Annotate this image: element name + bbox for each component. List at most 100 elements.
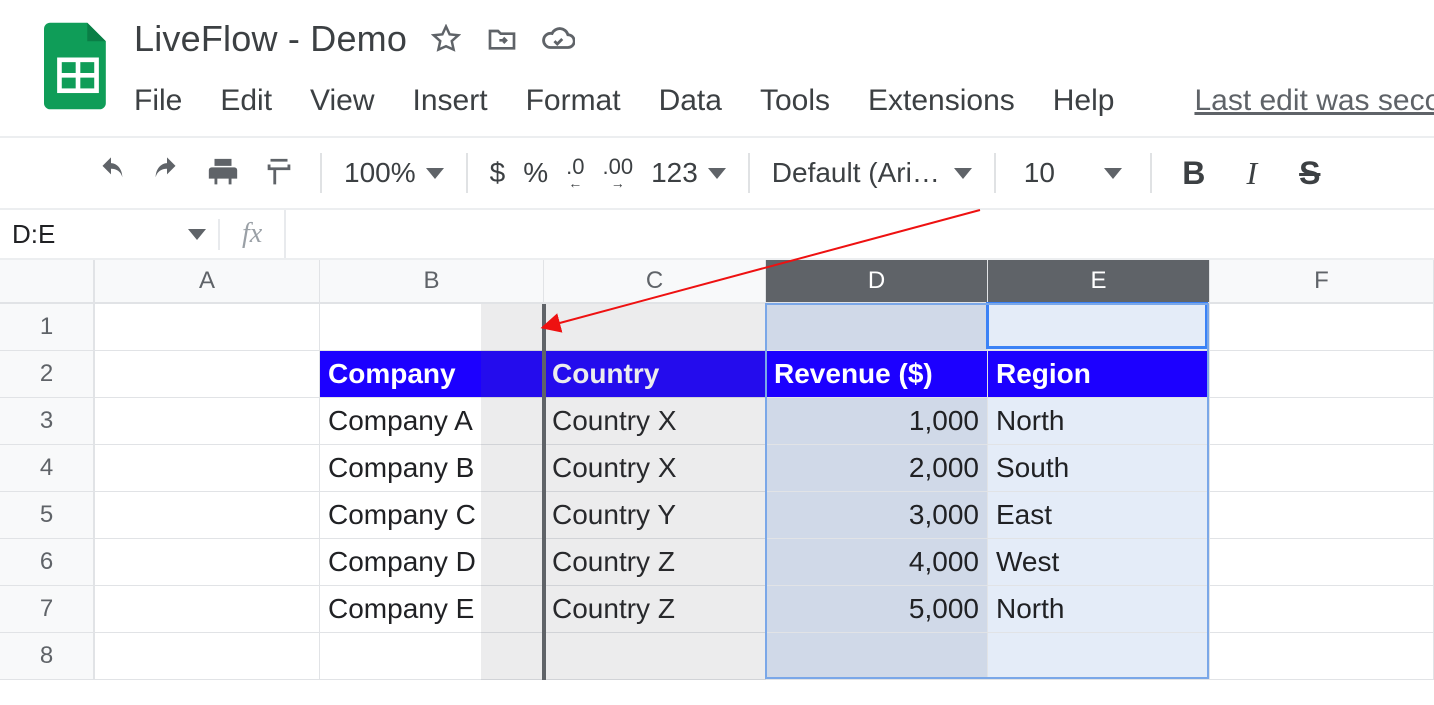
last-edit-link[interactable]: Last edit was secon — [1194, 84, 1434, 118]
font-family-select[interactable]: Default (Ari… — [772, 157, 972, 189]
cell-C5[interactable]: Country Y — [544, 492, 766, 539]
increase-decimal[interactable]: .00→ — [602, 156, 633, 190]
cell-A4[interactable] — [95, 445, 320, 492]
column-header-A[interactable]: A — [95, 260, 320, 304]
row-header-7[interactable]: 7 — [0, 586, 95, 633]
cell-B2[interactable]: Company — [320, 351, 544, 398]
column-header-E[interactable]: E — [988, 260, 1210, 304]
name-box-value: D:E — [12, 219, 55, 250]
cell-C8[interactable] — [544, 633, 766, 680]
chevron-down-icon — [954, 168, 972, 179]
cell-E7[interactable]: North — [988, 586, 1210, 633]
cell-D6[interactable]: 4,000 — [766, 539, 988, 586]
italic-button[interactable]: I — [1232, 155, 1272, 192]
decrease-decimal[interactable]: .0← — [566, 156, 584, 190]
cell-C6[interactable]: Country Z — [544, 539, 766, 586]
redo-icon[interactable] — [148, 154, 186, 192]
column-header-D[interactable]: D — [766, 260, 988, 304]
cell-F3[interactable] — [1210, 398, 1434, 445]
menu-tools[interactable]: Tools — [760, 84, 830, 118]
cell-F5[interactable] — [1210, 492, 1434, 539]
cell-F1[interactable] — [1210, 304, 1434, 351]
column-header-F[interactable]: F — [1210, 260, 1434, 304]
cell-B6[interactable]: Company D — [320, 539, 544, 586]
cell-A7[interactable] — [95, 586, 320, 633]
menu-help[interactable]: Help — [1053, 84, 1115, 118]
menu-format[interactable]: Format — [526, 84, 621, 118]
cell-C4[interactable]: Country X — [544, 445, 766, 492]
cell-B8[interactable] — [320, 633, 544, 680]
cell-E3[interactable]: North — [988, 398, 1210, 445]
cell-E8[interactable] — [988, 633, 1210, 680]
row-header-4[interactable]: 4 — [0, 445, 95, 492]
cell-A3[interactable] — [95, 398, 320, 445]
cell-B5[interactable]: Company C — [320, 492, 544, 539]
cell-A2[interactable] — [95, 351, 320, 398]
cell-F8[interactable] — [1210, 633, 1434, 680]
cell-A8[interactable] — [95, 633, 320, 680]
row-header-2[interactable]: 2 — [0, 351, 95, 398]
cell-D5[interactable]: 3,000 — [766, 492, 988, 539]
font-size: 10 — [1024, 157, 1055, 189]
formula-input[interactable] — [286, 210, 1434, 258]
cell-C2[interactable]: Country — [544, 351, 766, 398]
cell-E5[interactable]: East — [988, 492, 1210, 539]
cell-D2[interactable]: Revenue ($) — [766, 351, 988, 398]
strike-button[interactable]: S — [1290, 155, 1330, 192]
cell-B1[interactable] — [320, 304, 544, 351]
star-icon[interactable] — [429, 22, 463, 56]
column-header-B[interactable]: B — [320, 260, 544, 304]
document-title[interactable]: LiveFlow - Demo — [134, 18, 407, 60]
cell-E2[interactable]: Region — [988, 351, 1210, 398]
zoom-select[interactable]: 100% — [344, 157, 444, 189]
move-folder-icon[interactable] — [485, 22, 519, 56]
cell-A6[interactable] — [95, 539, 320, 586]
print-icon[interactable] — [204, 154, 242, 192]
menu-file[interactable]: File — [134, 84, 182, 118]
cell-D4[interactable]: 2,000 — [766, 445, 988, 492]
sheets-logo — [44, 22, 112, 110]
cell-D8[interactable] — [766, 633, 988, 680]
menu-extensions[interactable]: Extensions — [868, 84, 1015, 118]
chevron-down-icon — [188, 229, 206, 240]
cell-E4[interactable]: South — [988, 445, 1210, 492]
cloud-saved-icon[interactable] — [541, 22, 575, 56]
cell-F4[interactable] — [1210, 445, 1434, 492]
cell-B4[interactable]: Company B — [320, 445, 544, 492]
font-size-select[interactable]: 10 — [1018, 157, 1128, 189]
format-currency[interactable]: $ — [490, 157, 506, 189]
menu-view[interactable]: View — [310, 84, 374, 118]
cell-E6[interactable]: West — [988, 539, 1210, 586]
row-header-8[interactable]: 8 — [0, 633, 95, 680]
bold-button[interactable]: B — [1174, 155, 1214, 192]
column-resize-handle[interactable] — [542, 304, 546, 680]
cell-C3[interactable]: Country X — [544, 398, 766, 445]
cell-B3[interactable]: Company A — [320, 398, 544, 445]
cell-C1[interactable] — [544, 304, 766, 351]
cell-A5[interactable] — [95, 492, 320, 539]
row-header-1[interactable]: 1 — [0, 304, 95, 351]
row-header-5[interactable]: 5 — [0, 492, 95, 539]
name-box[interactable]: D:E — [0, 219, 220, 250]
cell-F7[interactable] — [1210, 586, 1434, 633]
number-format-select[interactable]: 123 — [651, 157, 726, 189]
menu-edit[interactable]: Edit — [220, 84, 272, 118]
menu-data[interactable]: Data — [659, 84, 722, 118]
cell-D7[interactable]: 5,000 — [766, 586, 988, 633]
paint-format-icon[interactable] — [260, 154, 298, 192]
select-all-corner[interactable] — [0, 260, 95, 304]
row-header-3[interactable]: 3 — [0, 398, 95, 445]
cell-E1[interactable] — [988, 304, 1210, 351]
cell-F6[interactable] — [1210, 539, 1434, 586]
cell-B7[interactable]: Company E — [320, 586, 544, 633]
cell-D3[interactable]: 1,000 — [766, 398, 988, 445]
cell-C7[interactable]: Country Z — [544, 586, 766, 633]
format-percent[interactable]: % — [523, 157, 548, 189]
undo-icon[interactable] — [92, 154, 130, 192]
cell-A1[interactable] — [95, 304, 320, 351]
menu-insert[interactable]: Insert — [413, 84, 488, 118]
cell-F2[interactable] — [1210, 351, 1434, 398]
row-header-6[interactable]: 6 — [0, 539, 95, 586]
column-header-C[interactable]: C — [544, 260, 766, 304]
cell-D1[interactable] — [766, 304, 988, 351]
